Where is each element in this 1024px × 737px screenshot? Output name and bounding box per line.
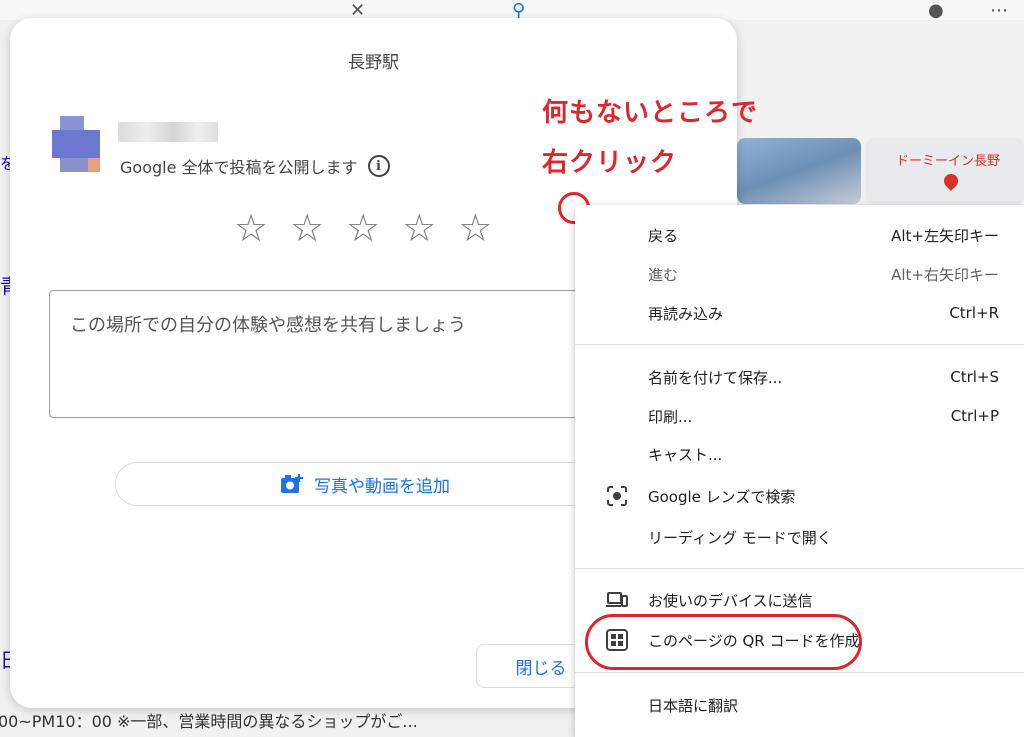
add-photo-icon xyxy=(281,474,303,493)
add-media-button[interactable]: 写真や動画を追加 xyxy=(115,462,615,506)
menu-item-translate[interactable]: 日本語に翻訳 xyxy=(575,688,1024,722)
menu-item-cast-label: キャスト... xyxy=(648,445,723,464)
annotation-line-2: 右クリック xyxy=(542,148,678,178)
menu-separator xyxy=(575,344,1024,345)
review-textarea[interactable]: この場所での自分の体験や感想を共有しましょう xyxy=(49,290,609,418)
menu-item-send-to-devices[interactable]: お使いのデバイスに送信 xyxy=(575,583,1024,617)
more-icon[interactable]: ⋯ xyxy=(990,0,1008,21)
menu-item-print-shortcut: Ctrl+P xyxy=(950,407,999,425)
background-bottom-text: 00~PM10：00 ※一部、営業時間の異なるショップがご... xyxy=(0,712,418,731)
map-tile-label: ドーミーイン長野 xyxy=(896,154,1001,169)
menu-item-back-shortcut: Alt+左矢印キー xyxy=(891,226,999,245)
menu-item-print[interactable]: 印刷... Ctrl+P xyxy=(575,399,1024,433)
post-visibility-text: Google 全体で投稿を公開します xyxy=(120,158,358,177)
menu-item-reload-shortcut: Ctrl+R xyxy=(949,304,999,322)
menu-item-save-as[interactable]: 名前を付けて保存... Ctrl+S xyxy=(575,360,1024,394)
star-5[interactable]: ☆ xyxy=(458,208,492,248)
account-icon[interactable]: ● xyxy=(928,0,944,21)
star-1[interactable]: ☆ xyxy=(234,208,268,248)
menu-item-print-label: 印刷... xyxy=(648,407,693,426)
avatar xyxy=(52,116,108,172)
menu-item-forward-label: 進む xyxy=(648,265,679,284)
close-button-label: 閉じる xyxy=(515,658,567,679)
menu-item-lens-label: Google レンズで検索 xyxy=(648,487,796,506)
menu-item-reload[interactable]: 再読み込み Ctrl+R xyxy=(575,296,1024,330)
menu-separator xyxy=(575,672,1024,673)
lens-icon xyxy=(607,486,627,506)
post-visibility-note: Google 全体で投稿を公開します i xyxy=(120,154,390,178)
devices-icon xyxy=(606,592,628,607)
menu-item-translate-label: 日本語に翻訳 xyxy=(648,696,739,715)
star-4[interactable]: ☆ xyxy=(402,208,436,248)
menu-item-reload-label: 再読み込み xyxy=(648,304,724,323)
star-3[interactable]: ☆ xyxy=(346,208,380,248)
annotation-line-1: 何もないところで xyxy=(542,98,759,128)
menu-item-save-as-label: 名前を付けて保存... xyxy=(648,368,783,387)
menu-item-back-label: 戻る xyxy=(648,226,679,245)
background-map-tile[interactable]: ドーミーイン長野 xyxy=(866,138,1024,204)
review-placeholder: この場所での自分の体験や感想を共有しましょう xyxy=(70,315,466,336)
rating-stars: ☆ ☆ ☆ ☆ ☆ xyxy=(234,208,492,248)
map-pin-icon xyxy=(941,171,961,191)
menu-item-cast[interactable]: キャスト... xyxy=(575,437,1024,471)
menu-item-forward-shortcut: Alt+右矢印キー xyxy=(891,265,999,284)
menu-item-reading-mode-label: リーディング モードで開く xyxy=(648,528,832,547)
menu-separator xyxy=(575,568,1024,569)
menu-item-save-as-shortcut: Ctrl+S xyxy=(950,368,999,386)
star-2[interactable]: ☆ xyxy=(290,208,324,248)
menu-item-back[interactable]: 戻る Alt+左矢印キー xyxy=(575,218,1024,252)
add-media-label: 写真や動画を追加 xyxy=(314,476,450,497)
background-photo-tile[interactable] xyxy=(737,138,861,204)
info-icon[interactable]: i xyxy=(367,155,390,177)
annotation-qr-highlight xyxy=(585,614,862,670)
menu-item-send-to-devices-label: お使いのデバイスに送信 xyxy=(648,591,813,610)
menu-item-reading-mode[interactable]: リーディング モードで開く xyxy=(575,520,1024,554)
menu-item-forward[interactable]: 進む Alt+右矢印キー xyxy=(575,257,1024,291)
dialog-title: 長野駅 xyxy=(348,53,399,73)
menu-item-lens[interactable]: Google レンズで検索 xyxy=(575,479,1024,513)
user-name-blurred xyxy=(118,122,218,142)
